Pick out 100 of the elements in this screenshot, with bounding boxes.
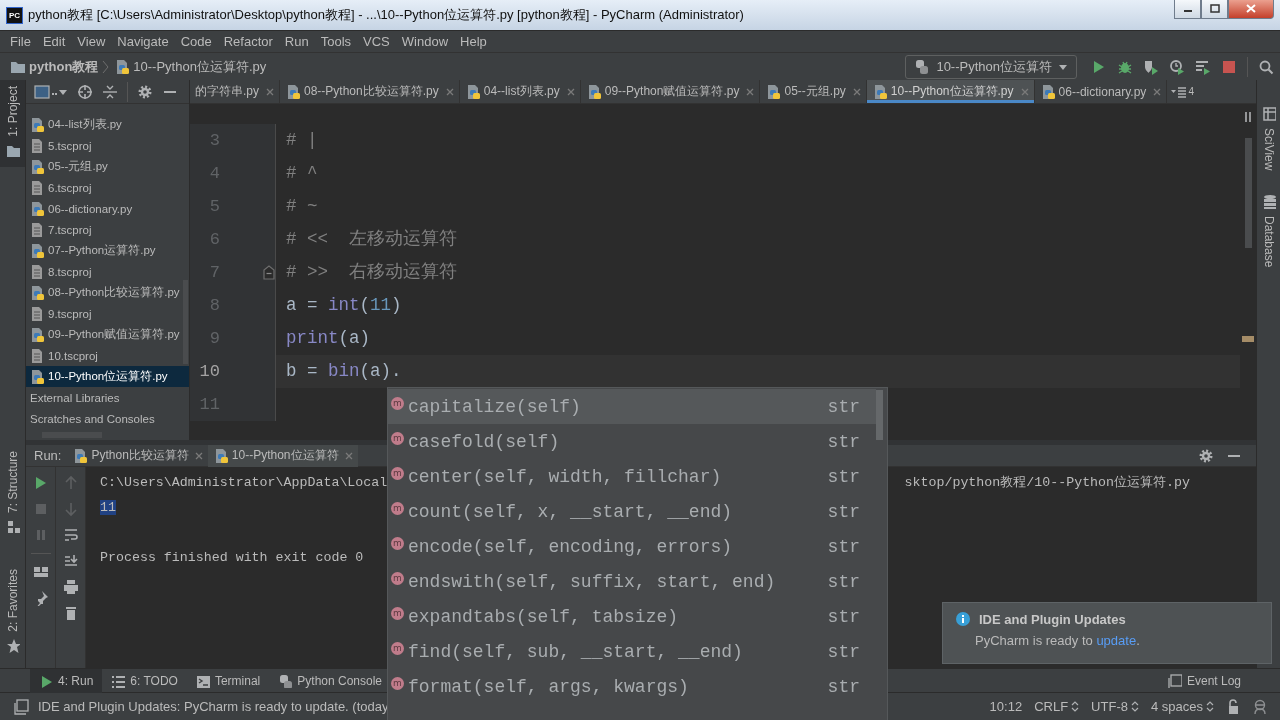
scrollbar[interactable]: [183, 280, 188, 364]
tree-item[interactable]: 08--Python比较运算符.py: [26, 282, 189, 303]
tab-list-button[interactable]: 4: [1167, 80, 1198, 103]
locate-icon[interactable]: [77, 83, 93, 100]
menu-item[interactable]: Refactor: [217, 34, 279, 49]
warning-marker[interactable]: [1242, 336, 1254, 342]
event-log-icon: [1167, 673, 1182, 688]
file-tab[interactable]: 04--list列表.py: [459, 80, 581, 103]
completion-item[interactable]: m expandtabs(self, tabsize) str: [388, 599, 876, 634]
menu-item[interactable]: VCS: [357, 34, 396, 49]
run-tab[interactable]: 10--Python位运算符: [207, 444, 358, 467]
tree-item[interactable]: 04--list列表.py: [26, 114, 189, 135]
lock-icon[interactable]: [1226, 698, 1240, 715]
tree-item[interactable]: 05--元组.py: [26, 156, 189, 177]
completion-item[interactable]: m encode(self, encoding, errors) str: [388, 529, 876, 564]
tool-window-button[interactable]: Terminal: [186, 668, 270, 693]
coverage-shield-icon[interactable]: [1143, 58, 1159, 75]
tool-window-button[interactable]: 7: Structure: [0, 445, 25, 544]
tree-item[interactable]: 5.tscproj: [26, 135, 189, 156]
file-tab[interactable]: 05--元组.py: [760, 80, 867, 103]
scrollbar[interactable]: [876, 390, 883, 440]
collapse-all-icon[interactable]: [102, 83, 118, 100]
tree-item[interactable]: 9.tscproj: [26, 303, 189, 324]
tool-window-button[interactable]: 4: Run: [30, 668, 103, 693]
menu-item[interactable]: Code: [174, 34, 218, 49]
completion-item[interactable]: m center(self, width, fillchar) str: [388, 459, 876, 494]
print-icon[interactable]: [62, 579, 79, 595]
tool-window-button[interactable]: Database: [1257, 188, 1280, 276]
close-icon[interactable]: [266, 87, 274, 96]
completion-item[interactable]: m find(self, sub, __start, __end) str: [388, 634, 876, 669]
tree-item[interactable]: External Libraries: [26, 387, 189, 408]
tool-window-button[interactable]: Event Log: [1158, 668, 1250, 693]
minimize-button[interactable]: [1174, 0, 1201, 19]
close-icon[interactable]: [566, 87, 575, 96]
updown-icon: [1206, 701, 1214, 712]
tree-item[interactable]: 06--dictionary.py: [26, 198, 189, 219]
code-line: # ^: [285, 162, 319, 185]
tool-window-button[interactable]: SciView: [1257, 100, 1280, 179]
completion-item[interactable]: m capitalize(self) str: [388, 389, 876, 424]
close-icon[interactable]: [344, 451, 353, 460]
close-button[interactable]: [1228, 0, 1274, 19]
notification-title: IDE and Plugin Updates: [979, 611, 1126, 627]
close-icon[interactable]: [852, 87, 861, 96]
status-item[interactable]: UTF-8: [1091, 699, 1139, 714]
file-tab[interactable]: 的字符串.py: [190, 80, 280, 103]
file-tab[interactable]: 09--Python赋值运算符.py: [580, 80, 761, 103]
file-tab[interactable]: 08--Python比较运算符.py: [280, 80, 460, 103]
tree-item[interactable]: 8.tscproj: [26, 261, 189, 282]
close-icon[interactable]: [746, 87, 755, 96]
close-icon[interactable]: [445, 87, 454, 96]
breadcrumb-item[interactable]: 10--Python位运算符.py: [114, 57, 267, 76]
completion-item[interactable]: m count(self, x, __start, __end) str: [388, 494, 876, 529]
close-icon[interactable]: [194, 451, 203, 460]
view-selector[interactable]: [34, 83, 68, 100]
soft-wrap-icon[interactable]: [62, 527, 79, 543]
tree-item[interactable]: Scratches and Consoles: [26, 408, 189, 429]
inspector-icon[interactable]: [1252, 698, 1268, 715]
tool-window-button[interactable]: 2: Favorites: [0, 563, 25, 662]
tree-item[interactable]: 07--Python运算符.py: [26, 240, 189, 261]
tree-item[interactable]: 6.tscproj: [26, 177, 189, 198]
stop-icon[interactable]: [1221, 58, 1237, 75]
menu-item[interactable]: File: [4, 34, 37, 49]
menu-item[interactable]: Navigate: [111, 34, 175, 49]
status-item[interactable]: 4 spaces: [1150, 699, 1214, 714]
tree-item[interactable]: 10--Python位运算符.py: [26, 366, 189, 387]
run-configuration-dropdown[interactable]: 10--Python位运算符: [905, 54, 1077, 79]
menu-item[interactable]: Tools: [314, 34, 358, 49]
app-logo: PC: [6, 6, 23, 24]
tool-windows-icon[interactable]: [14, 698, 30, 715]
menu-item[interactable]: Help: [454, 34, 493, 49]
settings-icon[interactable]: [1198, 447, 1214, 464]
status-item[interactable]: 10:12: [989, 699, 1023, 714]
scroll-to-end-icon[interactable]: [62, 553, 79, 569]
tree-item[interactable]: 09--Python赋值运算符.py: [26, 324, 189, 345]
profile-clock-icon[interactable]: [1169, 58, 1185, 75]
menu-item[interactable]: Edit: [36, 34, 72, 49]
fold-icon[interactable]: [263, 265, 275, 280]
breadcrumb-item[interactable]: python教程: [10, 57, 99, 76]
grid-icon: [1261, 106, 1276, 122]
updown-icon: [1130, 701, 1139, 712]
menu-item[interactable]: View: [71, 34, 112, 49]
file-tab[interactable]: 10--Python位运算符.py: [866, 80, 1035, 103]
tool-window-button[interactable]: 1: Project: [0, 80, 25, 167]
close-icon[interactable]: [1153, 87, 1162, 96]
tree-item[interactable]: 7.tscproj: [26, 219, 189, 240]
run-tab[interactable]: Python比较运算符: [67, 444, 208, 467]
settings-icon[interactable]: [137, 83, 153, 100]
tree-item[interactable]: 10.tscproj: [26, 345, 189, 366]
scrollbar[interactable]: [1244, 138, 1252, 248]
status-item[interactable]: CRLF: [1034, 699, 1080, 714]
completion-item[interactable]: m casefold(self) str: [388, 424, 876, 459]
layout-icon[interactable]: [32, 564, 49, 580]
file-tab[interactable]: 06--dictionary.py: [1034, 80, 1168, 103]
maximize-button[interactable]: [1201, 0, 1228, 19]
menu-item[interactable]: Run: [278, 34, 315, 49]
completion-item[interactable]: m endswith(self, suffix, start, end) str: [388, 564, 876, 599]
tool-window-button[interactable]: 6: TODO: [102, 668, 187, 693]
menu-item[interactable]: Window: [395, 34, 455, 49]
search-icon[interactable]: [1258, 58, 1274, 75]
concurrency-icon[interactable]: [1195, 58, 1211, 75]
